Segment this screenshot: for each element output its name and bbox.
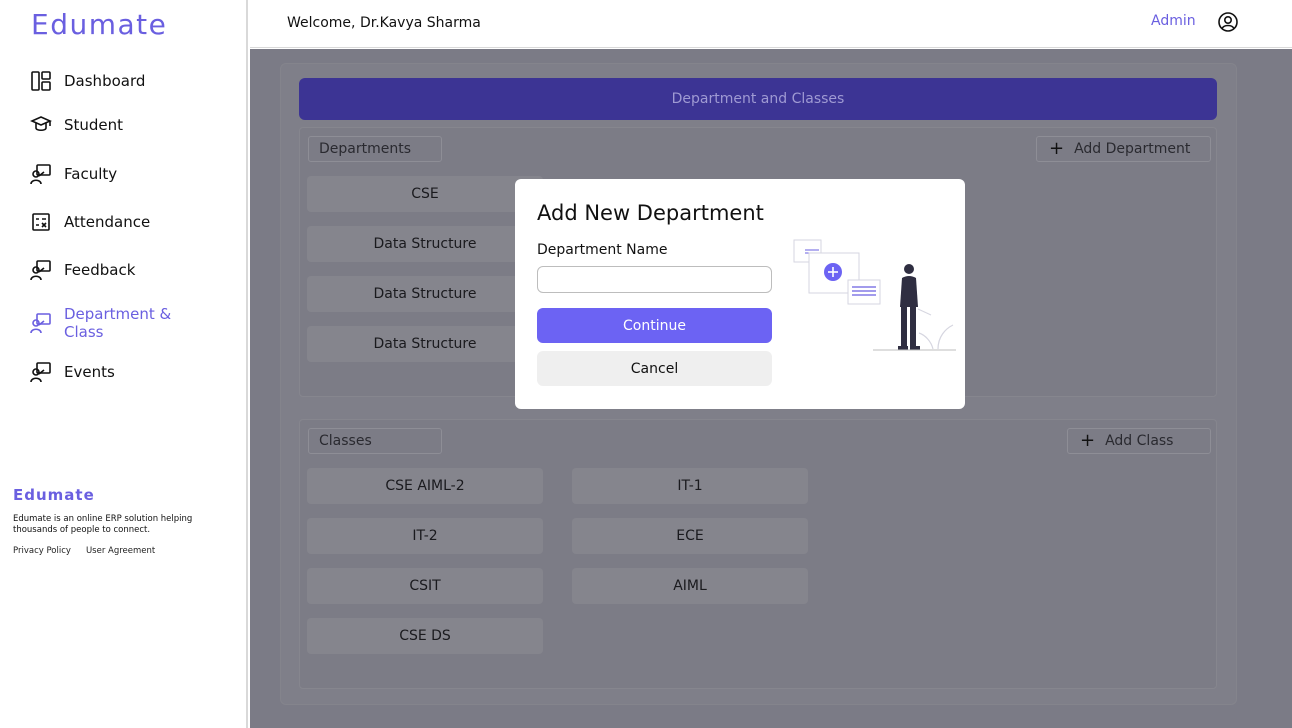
class-item[interactable]: IT-2 — [307, 518, 543, 554]
presenter-icon — [30, 163, 52, 185]
sidebar-item-attendance[interactable]: Attendance — [30, 211, 150, 233]
class-item[interactable]: IT-1 — [572, 468, 808, 504]
footer-description: Edumate is an online ERP solution helpin… — [13, 514, 193, 535]
sidebar-item-events[interactable]: Events — [30, 361, 115, 383]
department-item[interactable]: Data Structure — [307, 226, 543, 262]
graduation-cap-icon — [30, 114, 52, 136]
sidebar-item-label: Department & Class — [64, 305, 172, 341]
department-item[interactable]: Data Structure — [307, 326, 543, 362]
classes-section: Classes + Add Class CSE AIML-2 IT-1 IT-2… — [299, 419, 1217, 689]
sidebar-item-label: Dashboard — [64, 72, 146, 90]
presenter-icon — [30, 312, 52, 334]
class-item[interactable]: CSE DS — [307, 618, 543, 654]
presenter-icon — [30, 259, 52, 281]
department-name-label: Department Name — [537, 242, 668, 258]
sidebar-item-label: Attendance — [64, 213, 151, 231]
role-label[interactable]: Admin — [1151, 13, 1196, 29]
department-item[interactable]: Data Structure — [307, 276, 543, 312]
modal-title: Add New Department — [537, 201, 764, 225]
sidebar-item-label: Feedback — [64, 261, 136, 279]
attendance-icon — [30, 211, 52, 233]
departments-label: Departments — [308, 136, 442, 162]
department-item[interactable]: CSE — [307, 176, 543, 212]
dashboard-icon — [30, 70, 52, 92]
sidebar-item-label: Events — [64, 363, 115, 381]
class-item[interactable]: CSIT — [307, 568, 543, 604]
plus-icon: + — [1080, 430, 1096, 451]
top-header: Welcome, Dr.Kavya Sharma Admin — [250, 0, 1292, 48]
sidebar-item-dashboard[interactable]: Dashboard — [30, 70, 145, 92]
plus-icon: + — [1049, 138, 1065, 159]
presenter-icon — [30, 361, 52, 383]
footer-brand: Edumate — [13, 486, 95, 504]
class-item[interactable]: ECE — [572, 518, 808, 554]
page-title: Department and Classes — [299, 78, 1217, 120]
add-department-label: Add Department — [1074, 141, 1191, 157]
sidebar-item-feedback[interactable]: Feedback — [30, 259, 135, 281]
add-department-modal: Add New Department Department Name Conti… — [515, 179, 965, 409]
add-class-label: Add Class — [1105, 433, 1174, 449]
continue-button[interactable]: Continue — [537, 308, 772, 343]
classes-label: Classes — [308, 428, 442, 454]
class-item[interactable]: AIML — [572, 568, 808, 604]
class-item[interactable]: CSE AIML-2 — [307, 468, 543, 504]
footer-links: Privacy Policy User Agreement — [13, 546, 155, 556]
welcome-message: Welcome, Dr.Kavya Sharma — [287, 15, 481, 31]
sidebar-item-faculty[interactable]: Faculty — [30, 163, 117, 185]
department-name-input[interactable] — [537, 266, 772, 293]
add-class-button[interactable]: + Add Class — [1067, 428, 1211, 454]
user-agreement-link[interactable]: User Agreement — [86, 546, 155, 556]
sidebar: Edumate Dashboard Student Faculty Attend… — [0, 0, 248, 728]
sidebar-item-label: Student — [64, 116, 124, 134]
sidebar-item-label: Faculty — [64, 165, 118, 183]
brand-logo[interactable]: Edumate — [31, 8, 167, 41]
sidebar-item-student[interactable]: Student — [30, 114, 123, 136]
cancel-button[interactable]: Cancel — [537, 351, 772, 386]
sidebar-item-department-class[interactable]: Department & Class — [30, 305, 194, 341]
add-department-button[interactable]: + Add Department — [1036, 136, 1211, 162]
add-document-illustration — [793, 239, 956, 351]
user-circle-icon[interactable] — [1217, 11, 1239, 33]
privacy-policy-link[interactable]: Privacy Policy — [13, 546, 71, 556]
